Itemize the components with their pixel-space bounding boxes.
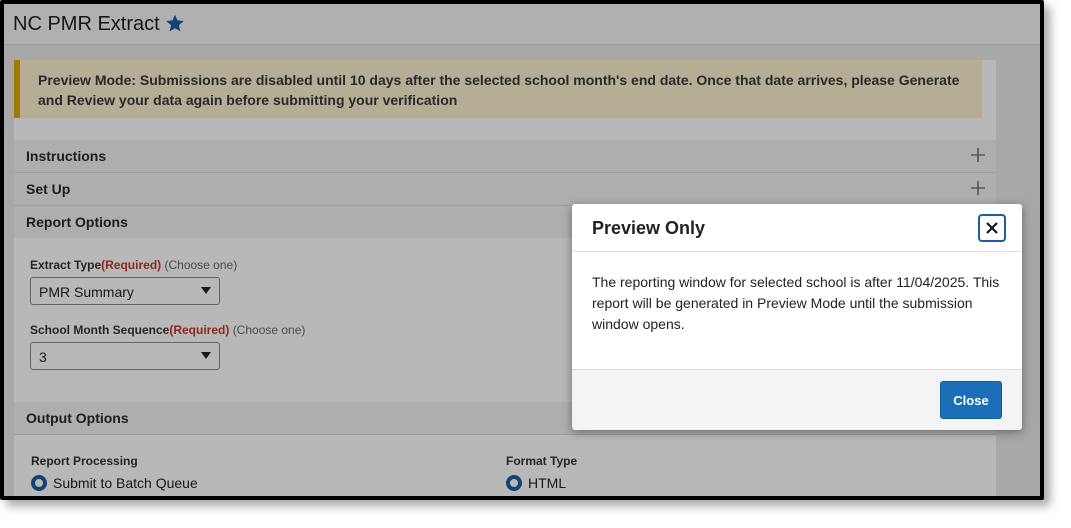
close-icon (986, 222, 998, 234)
dialog-close-x-button[interactable] (978, 214, 1006, 242)
preview-only-dialog: Preview Only The reporting window for se… (572, 204, 1022, 430)
dialog-header: Preview Only (572, 204, 1022, 252)
dialog-close-button[interactable]: Close (940, 381, 1002, 419)
dialog-message: The reporting window for selected school… (592, 274, 1000, 332)
dialog-title: Preview Only (592, 218, 706, 238)
dialog-footer: Close (572, 369, 1022, 430)
